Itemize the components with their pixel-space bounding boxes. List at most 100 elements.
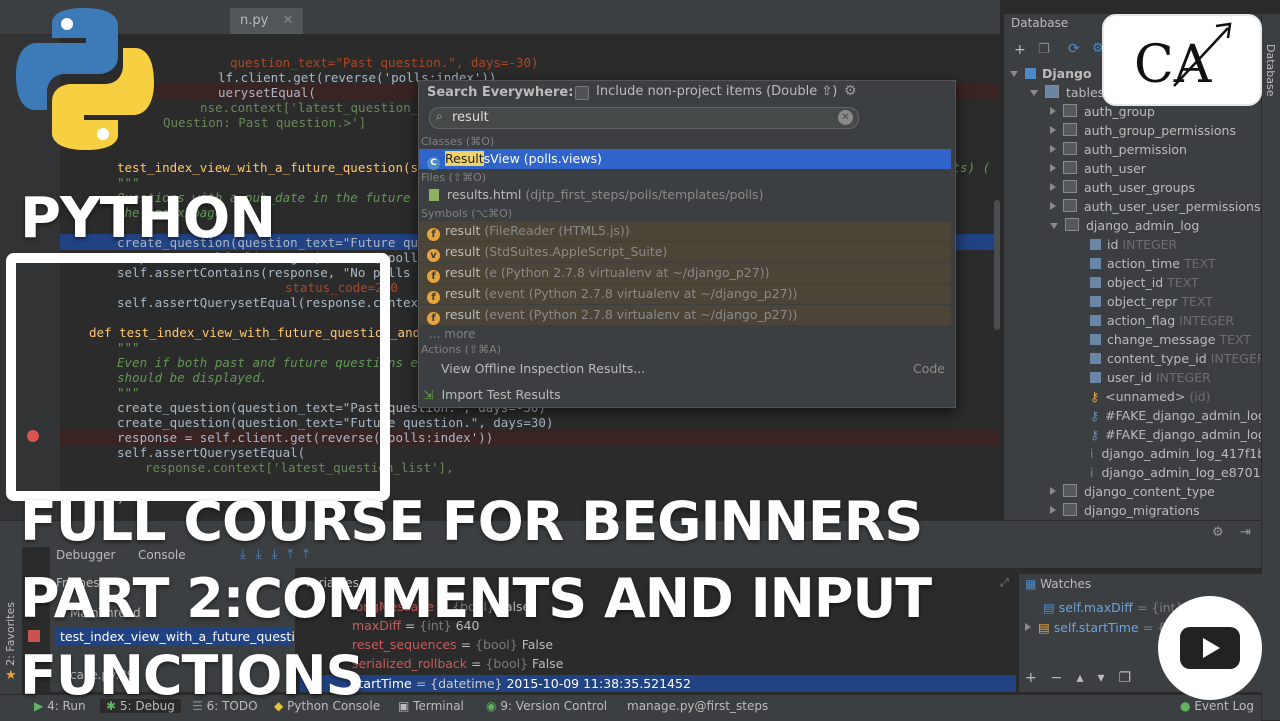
code-line: test_index_view_with_a_future_question(s… bbox=[117, 160, 441, 175]
class-result-item[interactable]: C ResultsView (polls.views) bbox=[419, 149, 951, 170]
symbol-name: result bbox=[445, 244, 481, 259]
symbol-result-item[interactable]: v result (StdSuites.AppleScript_Suite) bbox=[419, 242, 951, 262]
symbol-location: (e (Python 2.7.8 virtualenv at ~/django_… bbox=[484, 265, 770, 280]
db-table-node[interactable]: auth_user bbox=[1050, 159, 1146, 178]
db-table-node[interactable]: auth_group_permissions bbox=[1050, 121, 1236, 140]
html-file-icon bbox=[429, 189, 439, 201]
action-import-test-results[interactable]: ⇲ Import Test Results bbox=[419, 385, 951, 405]
db-table-node[interactable]: auth_user_user_permissions bbox=[1050, 197, 1260, 216]
db-tables-folder[interactable]: tables bbox=[1030, 83, 1104, 102]
variable-row[interactable]: reset_sequences = {bool} False bbox=[352, 635, 553, 654]
symbol-result-item[interactable]: f result (event (Python 2.7.8 virtualenv … bbox=[419, 284, 951, 304]
hide-panel-icon[interactable]: ⇥ bbox=[1240, 525, 1251, 540]
symbol-location: (StdSuites.AppleScript_Suite) bbox=[484, 244, 668, 259]
db-column-node[interactable]: action_flag INTEGER bbox=[1090, 311, 1234, 330]
svg-text:CA: CA bbox=[1134, 35, 1213, 95]
copy-icon[interactable]: ❐ bbox=[1038, 42, 1050, 57]
db-table-node[interactable]: auth_permission bbox=[1050, 140, 1187, 159]
play-icon bbox=[1203, 638, 1220, 658]
add-icon[interactable]: + bbox=[1014, 42, 1026, 58]
action-label: Import Test Results bbox=[441, 387, 561, 402]
variable-row[interactable]: serialized_rollback = {bool} False bbox=[352, 654, 563, 673]
db-key-node[interactable]: ⚷ #FAKE_django_admin_log_ bbox=[1090, 425, 1272, 444]
class-icon: C bbox=[427, 157, 440, 170]
editor-tab-label: n.py bbox=[240, 13, 269, 28]
event-log-tab[interactable]: ● Event Log bbox=[1180, 699, 1254, 713]
index-icon: i bbox=[1090, 446, 1094, 461]
popup-title: Search Everywhere: bbox=[427, 85, 574, 100]
editor-tab-active[interactable]: n.py ✕ bbox=[230, 8, 304, 34]
refresh-icon[interactable]: ⟳ bbox=[1068, 41, 1080, 57]
frame-item-selected[interactable]: test_index_view_with_a_future_questi bbox=[56, 628, 295, 645]
variable-row-selected[interactable]: startTime = {datetime} 2015-10-09 11:38:… bbox=[352, 674, 691, 693]
code-line: question_text="Past question.", days=-30… bbox=[230, 55, 539, 70]
right-tool-strip: Database bbox=[1261, 14, 1280, 720]
version-control-tab[interactable]: ◉ 9: Version Control bbox=[486, 699, 607, 713]
db-key-node[interactable]: ⚷ <unnamed> (id) bbox=[1090, 387, 1211, 406]
foreign-key-icon: ⚷ bbox=[1090, 408, 1100, 423]
gear-icon[interactable]: ⚙ bbox=[844, 83, 857, 99]
watch-toolbar-icons[interactable]: +−▴▾❐ bbox=[1025, 670, 1145, 686]
star-icon[interactable]: ★ bbox=[5, 668, 17, 683]
watches-label: ▦ Watches bbox=[1025, 577, 1092, 591]
symbol-result-item[interactable]: f result (FileReader (HTML5.js)) bbox=[419, 221, 951, 241]
watch-icon: ▤ bbox=[1038, 620, 1050, 635]
db-table-node[interactable]: auth_user_groups bbox=[1050, 178, 1195, 197]
db-index-node[interactable]: i django_admin_log_e8701a bbox=[1090, 463, 1268, 482]
run-configuration-label: manage.py@first_steps bbox=[627, 699, 769, 713]
db-key-node[interactable]: ⚷ #FAKE_django_admin_log_ bbox=[1090, 406, 1272, 425]
search-input[interactable]: ⌕ result ✕ bbox=[429, 107, 859, 129]
overlay-line-3: FUNCTIONS bbox=[20, 644, 364, 707]
function-icon: f bbox=[427, 291, 440, 304]
variable-icon: v bbox=[427, 249, 440, 262]
db-column-node[interactable]: action_time TEXT bbox=[1090, 254, 1215, 273]
db-column-node[interactable]: user_id INTEGER bbox=[1090, 368, 1211, 387]
database-panel-title: Database bbox=[1011, 16, 1069, 30]
key-icon: ⚷ bbox=[1090, 389, 1100, 404]
db-index-node[interactable]: i django_admin_log_417f1b bbox=[1090, 444, 1265, 463]
file-result-path: (djtp_first_steps/polls/templates/polls) bbox=[525, 187, 764, 202]
action-view-offline-inspection[interactable]: View Offline Inspection Results... Code bbox=[419, 359, 951, 379]
foreign-key-icon: ⚷ bbox=[1090, 427, 1100, 442]
overlay-line-2: PART 2:COMMENTS AND INPUT bbox=[20, 567, 932, 630]
class-result-match: Result bbox=[445, 151, 484, 166]
files-section-header: Files (⇧⌘O) bbox=[421, 171, 487, 184]
db-column-node[interactable]: object_repr TEXT bbox=[1090, 292, 1213, 311]
database-tool-tab[interactable]: Database bbox=[1264, 44, 1277, 97]
include-non-project-checkbox[interactable] bbox=[575, 86, 589, 100]
symbol-location: (event (Python 2.7.8 virtualenv at ~/dja… bbox=[484, 286, 798, 301]
code-line: Question: Past question.>'] bbox=[163, 115, 367, 130]
symbol-name: result bbox=[445, 307, 481, 322]
overlay-line-1: FULL COURSE FOR BEGINNERS bbox=[20, 490, 923, 553]
expand-icon[interactable]: ⤢ bbox=[1000, 576, 1009, 590]
db-table-node[interactable]: django_migrations bbox=[1050, 501, 1200, 520]
symbol-name: result bbox=[445, 286, 481, 301]
db-root-node[interactable]: Django bbox=[1010, 64, 1092, 83]
symbol-result-item[interactable]: f result (e (Python 2.7.8 virtualenv at ~… bbox=[419, 263, 951, 283]
terminal-tab[interactable]: ▣ Terminal bbox=[398, 699, 464, 713]
db-column-node[interactable]: change_message TEXT bbox=[1090, 330, 1251, 349]
code-line: uerysetEqual( bbox=[218, 85, 316, 100]
editor-scrollbar[interactable] bbox=[994, 200, 1000, 330]
db-column-node[interactable]: id INTEGER bbox=[1090, 235, 1177, 254]
more-results-link[interactable]: ... more bbox=[429, 327, 475, 341]
symbol-name: result bbox=[445, 265, 481, 280]
function-icon: f bbox=[427, 312, 440, 325]
symbol-result-item[interactable]: f result (event (Python 2.7.8 virtualenv … bbox=[419, 305, 951, 325]
clear-search-icon[interactable]: ✕ bbox=[838, 110, 853, 125]
ca-logo: CA bbox=[1102, 14, 1262, 106]
db-table-node-expanded[interactable]: django_admin_log bbox=[1050, 216, 1199, 235]
db-column-node[interactable]: content_type_id INTEGER bbox=[1090, 349, 1266, 368]
db-table-node[interactable]: django_content_type bbox=[1050, 482, 1215, 501]
gear-icon[interactable]: ⚙ bbox=[1212, 525, 1224, 540]
favorites-tool-tab[interactable]: 2: Favorites bbox=[4, 602, 17, 666]
actions-section-header: Actions (⇧⌘A) bbox=[421, 343, 502, 356]
stop-icon[interactable] bbox=[28, 630, 40, 642]
search-query: result bbox=[452, 110, 489, 125]
frame-label: test_index_view_with_a_future_questi bbox=[60, 629, 295, 644]
close-icon[interactable]: ✕ bbox=[282, 13, 293, 28]
search-everywhere-popup: Search Everywhere: Include non-project i… bbox=[418, 80, 956, 408]
db-column-node[interactable]: object_id TEXT bbox=[1090, 273, 1199, 292]
python-logo bbox=[10, 4, 160, 154]
file-result-item[interactable]: results.html (djtp_first_steps/polls/tem… bbox=[419, 185, 951, 205]
